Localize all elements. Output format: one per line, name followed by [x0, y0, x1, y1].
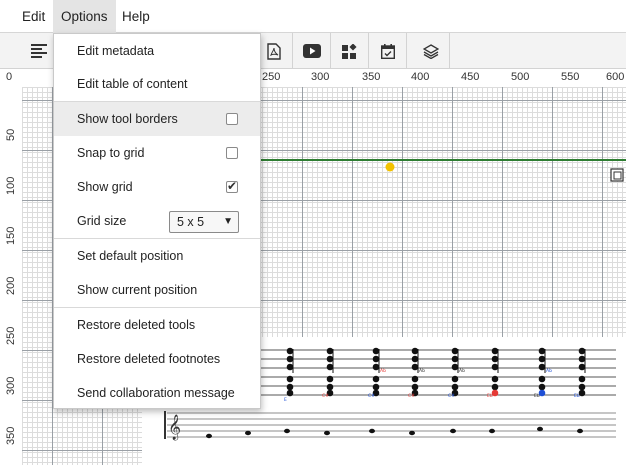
- menu-item-label: Send collaboration message: [77, 386, 235, 400]
- bass-label: C#: [322, 393, 329, 399]
- ruler-y-label: 250: [5, 326, 17, 345]
- bass-label: C#: [408, 393, 415, 399]
- options-dropdown-menu: Edit metadata Edit table of content Show…: [53, 33, 261, 409]
- menu-item-label: Edit table of content: [77, 77, 188, 91]
- bass-label: E: [284, 397, 287, 403]
- calendar-button[interactable]: [369, 33, 407, 69]
- ruler-x-label: 400: [411, 71, 430, 83]
- menu-item-label: Edit metadata: [77, 44, 155, 58]
- calendar-icon: [380, 43, 395, 59]
- checkmark-icon: ✔: [227, 179, 238, 193]
- ruler-y-label: 350: [5, 426, 17, 445]
- menu-snap-to-grid[interactable]: Snap to grid: [54, 136, 260, 170]
- ruler-y-label: 150: [5, 226, 17, 245]
- layers-icon: [422, 43, 439, 59]
- menu-item-label: Restore deleted footnotes: [77, 352, 221, 366]
- ruler-y-label: 100: [5, 176, 17, 195]
- pdf-icon: [266, 42, 281, 60]
- menu-send-collaboration-message[interactable]: Send collaboration message: [54, 376, 260, 410]
- menu-item-label: Show grid: [77, 180, 133, 194]
- ruler-x-label: 350: [362, 71, 381, 83]
- ruler-y-label: 50: [5, 128, 17, 141]
- show-grid-checkbox[interactable]: ✔: [226, 179, 238, 193]
- menu-edit-metadata[interactable]: Edit metadata: [54, 34, 260, 68]
- menu-item-label: Snap to grid: [77, 146, 145, 160]
- menu-help[interactable]: Help: [114, 0, 158, 33]
- ruler-x-label: 500: [511, 71, 530, 83]
- dropdown-arrow-icon: ▼: [223, 216, 233, 227]
- menu-show-grid[interactable]: Show grid ✔: [54, 170, 260, 204]
- menu-item-label: Show current position: [77, 283, 198, 297]
- chord-label: Ab: [546, 368, 552, 374]
- ruler-origin-label: 0: [6, 71, 13, 83]
- chord-label: Ab: [459, 368, 465, 374]
- menu-set-default-position[interactable]: Set default position: [54, 239, 260, 273]
- snap-to-grid-checkbox[interactable]: [226, 147, 238, 159]
- menu-item-label: Grid size: [77, 214, 127, 228]
- bass-label: C#: [368, 393, 375, 399]
- align-left-icon: [30, 44, 47, 58]
- position-marker[interactable]: [385, 162, 395, 172]
- menu-item-label: Set default position: [77, 249, 184, 263]
- ruler-x-label: 450: [461, 71, 480, 83]
- menu-bar: Edit Options Help: [0, 0, 626, 33]
- ruler-x-label: 300: [311, 71, 330, 83]
- show-tool-borders-checkbox[interactable]: [226, 113, 238, 125]
- layers-button[interactable]: [412, 33, 450, 69]
- menu-item-label: Restore deleted tools: [77, 318, 196, 332]
- overlay-frame-icon[interactable]: [610, 168, 624, 182]
- grid-size-value: 5 x 5: [177, 215, 205, 229]
- ruler-y-label: 200: [5, 276, 17, 295]
- menu-restore-deleted-tools[interactable]: Restore deleted tools: [54, 308, 260, 342]
- menu-edit[interactable]: Edit: [14, 0, 53, 33]
- menu-options[interactable]: Options: [53, 0, 116, 33]
- ruler-x-label: 250: [262, 71, 281, 83]
- vertical-ruler: 50 100 150 200 250 300 350: [0, 87, 22, 465]
- ruler-x-label: 600: [606, 71, 625, 83]
- chord-label: Ab: [419, 368, 425, 374]
- widgets-button[interactable]: [331, 33, 369, 69]
- bass-label: Eb: [574, 393, 580, 399]
- ruler-y-label: 300: [5, 376, 17, 395]
- menu-show-tool-borders[interactable]: Show tool borders: [54, 102, 260, 136]
- ruler-x-label: 550: [561, 71, 580, 83]
- bass-label: Eb: [487, 393, 493, 399]
- video-button[interactable]: [293, 33, 331, 69]
- menu-edit-table-of-content[interactable]: Edit table of content: [54, 67, 260, 101]
- toolbar-left-edge: [0, 33, 22, 69]
- menu-item-label: Show tool borders: [77, 112, 178, 126]
- menu-show-current-position[interactable]: Show current position: [54, 273, 260, 307]
- menu-grid-size: Grid size 5 x 5 ▼: [54, 204, 260, 238]
- widgets-icon: [342, 43, 357, 59]
- bass-label: Eb: [534, 393, 540, 399]
- play-video-icon: [302, 44, 321, 58]
- menu-restore-deleted-footnotes[interactable]: Restore deleted footnotes: [54, 342, 260, 376]
- grid-size-select[interactable]: 5 x 5 ▼: [169, 211, 239, 233]
- bass-label: C#: [448, 393, 455, 399]
- chord-label: Ab: [380, 368, 386, 374]
- treble-clef: 𝄞: [168, 414, 181, 440]
